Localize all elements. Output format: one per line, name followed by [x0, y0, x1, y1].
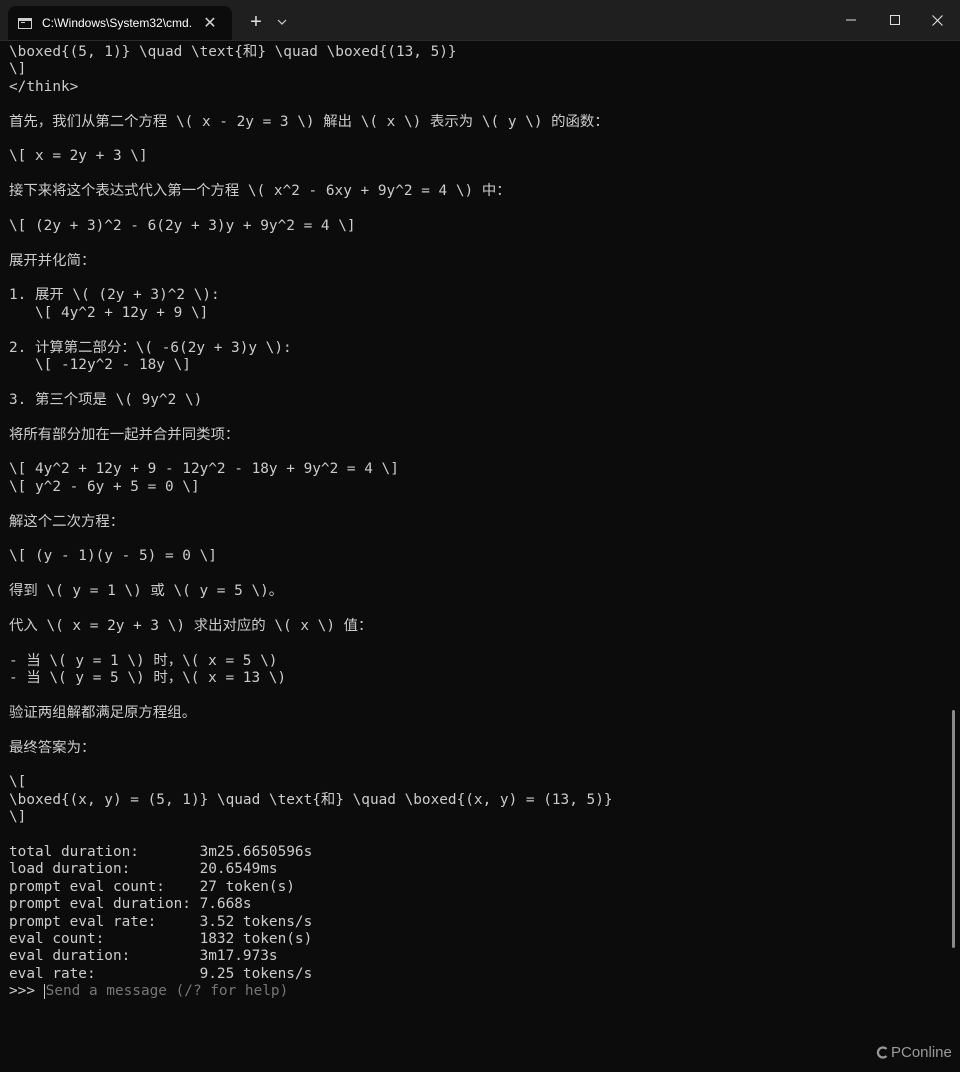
- terminal-line: eval count: 1832 token(s): [9, 930, 313, 947]
- tab-cmd[interactable]: C:\Windows\System32\cmd.exe ✕: [8, 6, 232, 40]
- terminal-line: \[ (y - 1)(y - 5) = 0 \]: [9, 548, 217, 565]
- prompt-row[interactable]: >>> Send a message (/? for help): [9, 983, 939, 1000]
- terminal-line: \[ -12y^2 - 18y \]: [9, 357, 191, 374]
- terminal-line: 接下来将这个表达式代入第一个方程 \( x^2 - 6xy + 9y^2 = 4…: [9, 183, 511, 200]
- minimize-button[interactable]: [828, 0, 874, 40]
- close-window-button[interactable]: [914, 0, 960, 40]
- terminal-line: eval rate: 9.25 tokens/s: [9, 965, 313, 982]
- terminal-line: 3. 第三个项是 \( 9y^2 \): [9, 391, 203, 408]
- terminal-line: 代入 \( x = 2y + 3 \) 求出对应的 \( x \) 值：: [9, 617, 373, 634]
- title-bar: C:\Windows\System32\cmd.exe ✕ +: [0, 0, 960, 41]
- terminal-line: </think>: [9, 78, 79, 95]
- scrollbar-thumb[interactable]: [952, 710, 955, 948]
- terminal-line: total duration: 3m25.6650596s: [9, 843, 313, 860]
- terminal-line: 将所有部分加在一起并合并同类项：: [9, 426, 240, 443]
- chevron-down-icon[interactable]: [272, 10, 292, 34]
- terminal-line: \[ y^2 - 6y + 5 = 0 \]: [9, 478, 200, 495]
- terminal-line: 最终答案为：: [9, 739, 96, 756]
- terminal-line: 验证两组解都满足原方程组。: [9, 704, 197, 721]
- terminal-line: \boxed{(x, y) = (5, 1)} \quad \text{和} \…: [9, 791, 613, 808]
- watermark: PConline: [876, 1044, 952, 1061]
- terminal-line: eval duration: 3m17.973s: [9, 948, 278, 965]
- tab-title: C:\Windows\System32\cmd.exe: [42, 16, 192, 30]
- terminal-line: \[ (2y + 3)^2 - 6(2y + 3)y + 9y^2 = 4 \]: [9, 217, 356, 234]
- terminal-lines: \boxed{(5, 1)} \quad \text{和} \quad \box…: [9, 44, 939, 983]
- tab-close-button[interactable]: ✕: [200, 13, 220, 33]
- terminal-line: - 当 \( y = 5 \) 时，\( x = 13 \): [9, 670, 287, 687]
- terminal-line: \]: [9, 809, 27, 826]
- terminal-line: prompt eval duration: 7.668s: [9, 896, 252, 913]
- terminal-icon: [18, 17, 32, 29]
- terminal-line: \[: [9, 774, 27, 791]
- message-input-placeholder[interactable]: Send a message (/? for help): [46, 983, 289, 1000]
- terminal-output[interactable]: \boxed{(5, 1)} \quad \text{和} \quad \box…: [9, 44, 939, 1000]
- terminal-line: \]: [9, 61, 27, 78]
- terminal-line: prompt eval rate: 3.52 tokens/s: [9, 913, 313, 930]
- prompt-marker: >>>: [9, 983, 44, 1000]
- terminal-line: \[ x = 2y + 3 \]: [9, 148, 148, 165]
- terminal-line: \boxed{(5, 1)} \quad \text{和} \quad \box…: [9, 44, 457, 60]
- terminal-line: \[ 4y^2 + 12y + 9 \]: [9, 304, 209, 321]
- terminal-line: 首先，我们从第二个方程 \( x - 2y = 3 \) 解出 \( x \) …: [9, 113, 609, 130]
- terminal-line: - 当 \( y = 1 \) 时，\( x = 5 \): [9, 652, 278, 669]
- new-tab-button[interactable]: +: [244, 8, 268, 36]
- text-cursor: [43, 984, 45, 1000]
- terminal-line: prompt eval count: 27 token(s): [9, 878, 295, 895]
- terminal-line: load duration: 20.6549ms: [9, 861, 278, 878]
- terminal-line: 展开并化简：: [9, 252, 96, 269]
- terminal-line: 解这个二次方程：: [9, 513, 125, 530]
- terminal-line: 得到 \( y = 1 \) 或 \( y = 5 \)。: [9, 583, 284, 600]
- terminal-line: 1. 展开 \( (2y + 3)^2 \):: [9, 287, 220, 304]
- watermark-text: PConline: [891, 1044, 952, 1061]
- terminal-line: 2. 计算第二部分：\( -6(2y + 3)y \):: [9, 339, 292, 356]
- terminal-line: \[ 4y^2 + 12y + 9 - 12y^2 - 18y + 9y^2 =…: [9, 461, 399, 478]
- maximize-button[interactable]: [872, 0, 918, 40]
- pconline-logo-icon: [876, 1046, 888, 1059]
